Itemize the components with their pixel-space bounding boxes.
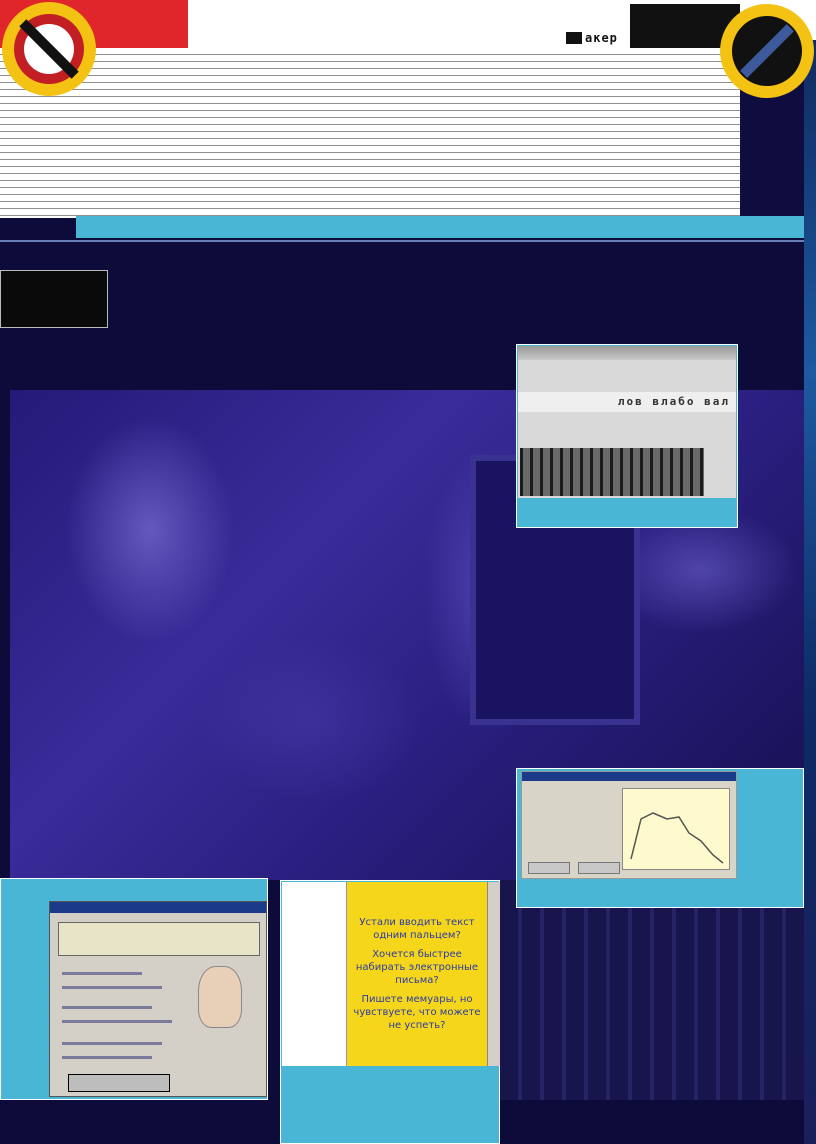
striped-banner xyxy=(0,48,740,218)
black-header-block xyxy=(630,4,740,48)
screenshot-ad-panel: Устали вводить текст одним пальцем? Хочет… xyxy=(280,880,500,1144)
info-line xyxy=(62,972,142,975)
speed-chart-graphic xyxy=(630,812,724,864)
info-line xyxy=(62,986,162,989)
screenshot-statistics xyxy=(516,768,804,908)
ok-button[interactable] xyxy=(68,1074,170,1092)
about-header-panel xyxy=(58,922,260,956)
statistics-window xyxy=(521,771,737,879)
program-sidebar xyxy=(282,882,347,1066)
ad-line: набирать электронные xyxy=(355,962,479,973)
screenshot-about-dialog xyxy=(0,878,268,1100)
ad-line: Пишете мемуары, но xyxy=(361,994,473,1005)
info-line xyxy=(62,1006,152,1009)
scrollbar[interactable] xyxy=(487,882,500,1066)
window-titlebar xyxy=(50,902,266,913)
header-divider xyxy=(0,240,804,242)
gear-badge-icon xyxy=(724,8,810,94)
virtual-keyboard xyxy=(520,448,704,496)
ad-line: Устали вводить текст xyxy=(359,917,475,928)
logo-text: акер xyxy=(585,31,618,45)
info-line xyxy=(62,1020,172,1023)
typing-line: лов влабо вал xyxy=(518,392,736,412)
stats-button-right[interactable] xyxy=(578,862,620,874)
magazine-logo: акер xyxy=(566,30,618,46)
stats-button-left[interactable] xyxy=(528,862,570,874)
ad-line: не успеть? xyxy=(388,1020,446,1031)
speed-chart xyxy=(622,788,730,870)
no-entry-gear-icon xyxy=(6,6,92,92)
ad-line: письма? xyxy=(395,975,439,986)
window-titlebar xyxy=(522,772,736,781)
info-line xyxy=(62,1042,162,1045)
cyan-title-band xyxy=(76,216,804,238)
keyboard-background xyxy=(500,880,804,1100)
screenshot-typing-trainer: лов влабо вал xyxy=(516,344,738,528)
window-titlebar xyxy=(518,346,736,360)
section-label-box xyxy=(0,270,108,328)
info-line xyxy=(62,1056,152,1059)
typing-trainer-window: лов влабо вал xyxy=(518,346,736,498)
ad-line: чувствуете, что можете xyxy=(353,1007,481,1018)
ad-yellow-panel: Устали вводить текст одним пальцем? Хочет… xyxy=(347,882,487,1066)
ad-line: одним пальцем? xyxy=(373,930,461,941)
about-dialog-window xyxy=(49,901,267,1097)
logo-mark-icon xyxy=(566,32,582,44)
ad-text: Устали вводить текст одним пальцем? Хочет… xyxy=(347,916,487,1038)
ad-line: Хочется быстрее xyxy=(372,949,462,960)
page-edge-strip xyxy=(804,40,816,1144)
author-portrait xyxy=(198,966,242,1028)
